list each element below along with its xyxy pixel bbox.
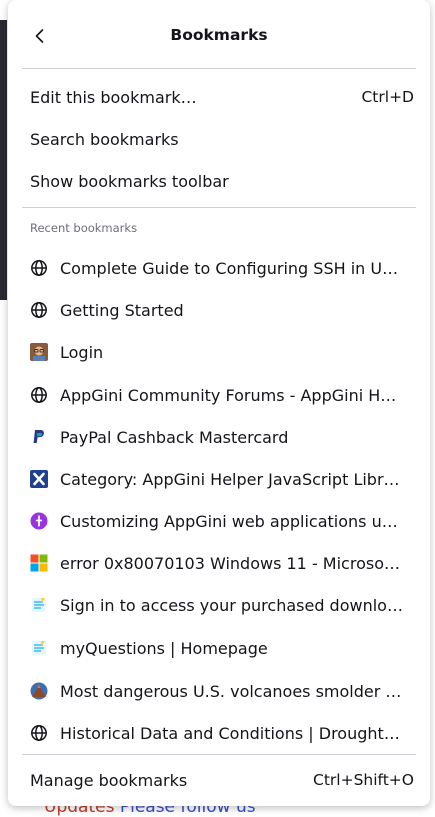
globe-icon	[31, 302, 47, 318]
separator	[22, 207, 416, 208]
bookmark-label: Sign in to access your purchased downloa…	[60, 595, 404, 615]
bookmark-item[interactable]: Complete Guide to Configuring SSH in Ubu…	[22, 250, 416, 286]
edit-bookmark-item[interactable]: Edit this bookmark… Ctrl+D	[22, 79, 416, 115]
edit-bookmark-label: Edit this bookmark…	[30, 87, 197, 107]
bookmark-item[interactable]: PayPal Cashback Mastercard	[22, 419, 416, 455]
avatar-favicon	[30, 343, 48, 361]
bookmark-label: myQuestions | Homepage	[60, 638, 268, 658]
globe-icon	[31, 260, 47, 276]
show-bookmarks-toolbar-item[interactable]: Show bookmarks toolbar	[22, 163, 416, 199]
globe-icon	[31, 387, 47, 403]
show-bookmarks-toolbar-label: Show bookmarks toolbar	[30, 171, 229, 191]
purple-circle-icon	[30, 512, 48, 530]
bookmark-item[interactable]: Most dangerous U.S. volcanoes smolder in…	[22, 673, 416, 709]
bookmark-item[interactable]: Historical Data and Conditions | Drought…	[22, 715, 416, 751]
bookmark-label: Complete Guide to Configuring SSH in Ubu…	[60, 258, 404, 278]
bookmark-item[interactable]: error 0x80070103 Windows 11 - Microsoft …	[22, 545, 416, 581]
search-bookmarks-label: Search bookmarks	[30, 129, 179, 149]
bookmark-label: error 0x80070103 Windows 11 - Microsoft …	[60, 553, 404, 573]
document-favicon	[32, 641, 46, 655]
volcano-favicon	[30, 682, 48, 700]
panel-title: Bookmarks	[170, 26, 268, 44]
bookmark-label: Category: AppGini Helper JavaScript Libr…	[60, 469, 404, 489]
bookmark-label: PayPal Cashback Mastercard	[60, 427, 289, 447]
manage-bookmarks-label: Manage bookmarks	[30, 770, 188, 790]
bookmark-item[interactable]: Getting Started	[22, 292, 416, 328]
bookmark-item[interactable]: AppGini Community Forums - AppGini Helpe…	[22, 377, 416, 413]
bookmark-label: Customizing AppGini web applications usi…	[60, 511, 404, 531]
search-bookmarks-item[interactable]: Search bookmarks	[22, 121, 416, 157]
bookmark-item[interactable]: Sign in to access your purchased downloa…	[22, 587, 416, 623]
bookmark-item[interactable]: Category: AppGini Helper JavaScript Libr…	[22, 461, 416, 497]
document-favicon	[32, 598, 46, 612]
recent-bookmarks-heading: Recent bookmarks	[30, 221, 138, 235]
bookmarks-panel: Bookmarks Edit this bookmark… Ctrl+D Sea…	[8, 0, 430, 806]
background-sidebar-strip	[0, 20, 7, 300]
separator	[22, 754, 416, 755]
bookmark-label: Most dangerous U.S. volcanoes smolder in…	[60, 681, 404, 701]
bookmark-item[interactable]: Customizing AppGini web applications usi…	[22, 503, 416, 539]
manage-bookmarks-item[interactable]: Manage bookmarks Ctrl+Shift+O	[22, 762, 416, 798]
microsoft-icon	[30, 554, 48, 572]
edit-bookmark-shortcut: Ctrl+D	[361, 88, 414, 106]
bookmark-label: Historical Data and Conditions | Drought…	[60, 723, 404, 743]
paypal-icon	[33, 430, 44, 443]
bookmark-label: Login	[60, 342, 104, 362]
manage-bookmarks-shortcut: Ctrl+Shift+O	[313, 771, 414, 789]
bookmark-item[interactable]: myQuestions | Homepage	[22, 630, 416, 666]
bookmark-label: Getting Started	[60, 300, 184, 320]
globe-icon	[31, 725, 47, 741]
panel-header: Bookmarks	[8, 0, 430, 68]
separator	[22, 68, 416, 69]
x-square-icon	[30, 470, 48, 488]
bookmark-label: AppGini Community Forums - AppGini Helpe…	[60, 385, 404, 405]
bookmark-item[interactable]: Login	[22, 334, 416, 370]
